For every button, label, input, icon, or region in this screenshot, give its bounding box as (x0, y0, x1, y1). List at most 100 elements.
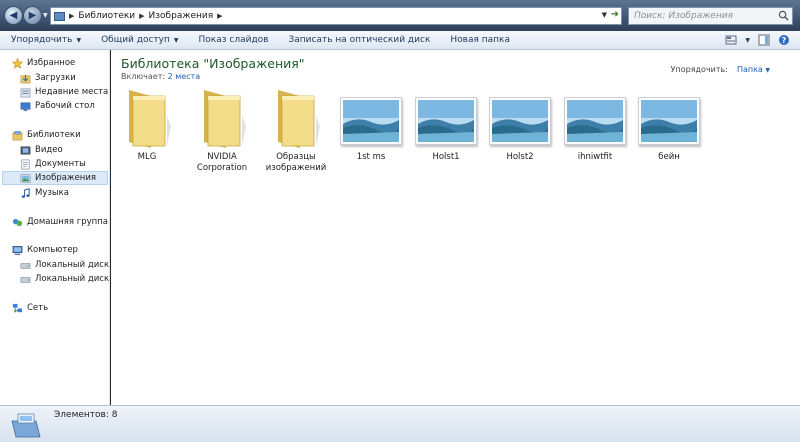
burn-label: Записать на оптический диск (288, 35, 431, 45)
sidebar-label: Музыка (35, 188, 69, 198)
locations-link[interactable]: 2 места (168, 72, 201, 81)
sidebar-label: Недавние места (35, 87, 109, 97)
sidebar-item-documents[interactable]: Документы (20, 157, 109, 171)
image-item-1st-ms[interactable]: 1st ms (335, 90, 407, 163)
address-bar[interactable]: ▶ Библиотеки ▶ Изображения ▶ ▼ ➜ (50, 7, 622, 25)
library-icon (54, 11, 65, 21)
new-folder-button[interactable]: Новая папка (440, 35, 520, 45)
libraries-icon (12, 130, 23, 140)
view-options-icon[interactable] (725, 34, 737, 46)
help-icon[interactable]: ? (778, 34, 790, 46)
sidebar-item-disk-c[interactable]: Локальный диск (C (20, 258, 109, 272)
arrow-right-icon: ▶ (28, 10, 37, 21)
hard-drive-icon (20, 276, 31, 283)
breadcrumb-libraries[interactable]: Библиотеки (78, 11, 135, 21)
video-icon (20, 146, 31, 154)
folder-item-nvidia[interactable]: NVIDIA Corporation (186, 90, 258, 174)
sidebar-label: Сеть (27, 303, 49, 313)
sidebar-item-favorites[interactable]: Избранное (12, 56, 120, 70)
chevron-down-icon: ▼ (765, 67, 770, 74)
sidebar-label: Загрузки (35, 73, 76, 83)
sidebar-label: Видео (35, 145, 63, 155)
landscape-image-icon (343, 100, 399, 142)
image-item-holst2[interactable]: Holst2 (484, 90, 556, 163)
image-thumbnail (340, 97, 402, 145)
arrow-left-icon: ◀ (9, 10, 18, 21)
chevron-down-icon: ▼ (76, 36, 82, 44)
sidebar-item-disk-d[interactable]: Локальный диск (D (20, 272, 109, 286)
network-icon (12, 303, 23, 312)
image-thumbnail (564, 97, 626, 145)
sidebar-label: Домашняя группа (27, 217, 108, 227)
status-bar: Элементов: 8 (0, 405, 800, 442)
chevron-down-icon[interactable]: ▼ (745, 37, 750, 44)
chevron-right-icon[interactable]: ▶ (217, 12, 222, 20)
recent-pages-dropdown[interactable]: ▼ (43, 12, 48, 19)
address-history-dropdown[interactable]: ▼ (602, 11, 607, 19)
share-label: Общий доступ (101, 35, 170, 45)
page-title: Библиотека "Изображения" (121, 56, 305, 71)
folder-icon (129, 90, 171, 148)
file-name: Образцы изображений (265, 152, 327, 173)
desktop-icon (20, 102, 31, 111)
sidebar-item-libraries[interactable]: Библиотеки (12, 128, 120, 142)
burn-button[interactable]: Записать на оптический диск (279, 35, 441, 45)
landscape-image-icon (567, 100, 623, 142)
library-locations: Включает: 2 места (121, 72, 200, 81)
library-status-icon (11, 413, 41, 438)
sidebar-label: Рабочий стол (35, 101, 95, 111)
images-icon (20, 174, 31, 182)
svg-text:?: ? (782, 36, 787, 45)
includes-label: Включает: (121, 72, 166, 81)
image-thumbnail (489, 97, 551, 145)
title-bar: ◀ ▶ ▼ ▶ Библиотеки ▶ Изображения ▶ ▼ ➜ П… (0, 0, 800, 31)
arrange-label: Упорядочить: (670, 65, 728, 74)
file-name: Holst1 (432, 152, 460, 162)
sidebar-item-homegroup[interactable]: Домашняя группа (12, 215, 120, 229)
sidebar-item-video[interactable]: Видео (20, 143, 109, 157)
sidebar-item-music[interactable]: Музыка (20, 186, 109, 200)
sidebar-item-network[interactable]: Сеть (12, 301, 120, 315)
image-item-holst1[interactable]: Holst1 (410, 90, 482, 163)
computer-icon (12, 245, 23, 255)
sidebar-label: Документы (35, 159, 86, 169)
image-item-bein[interactable]: бейн (633, 90, 705, 163)
music-note-icon (21, 187, 30, 198)
image-item-ihniwtfit[interactable]: ihniwtfit (559, 90, 631, 163)
sidebar-label: Библиотеки (27, 130, 81, 140)
arrange-dropdown[interactable]: Папка ▼ (737, 65, 770, 74)
recent-places-icon (20, 88, 31, 97)
chevron-right-icon[interactable]: ▶ (139, 12, 144, 20)
sidebar-item-downloads[interactable]: Загрузки (20, 71, 109, 85)
sidebar-item-desktop[interactable]: Рабочий стол (20, 99, 109, 113)
chevron-right-icon[interactable]: ▶ (69, 12, 74, 20)
slideshow-label: Показ слайдов (198, 35, 269, 45)
search-box[interactable]: Поиск: Изображения (628, 7, 793, 25)
back-button[interactable]: ◀ (4, 6, 23, 25)
breadcrumb-images[interactable]: Изображения (149, 11, 214, 21)
new-folder-label: Новая папка (450, 35, 510, 45)
search-input[interactable]: Поиск: Изображения (634, 11, 733, 21)
organize-label: Упорядочить (11, 35, 73, 45)
landscape-image-icon (492, 100, 548, 142)
arrange-by: Упорядочить: Папка ▼ (671, 65, 770, 74)
sidebar-item-recent[interactable]: Недавние места (20, 85, 109, 99)
navigation-pane: Избранное Загрузки Недавние места Рабочи… (0, 50, 110, 405)
downloads-folder-icon (20, 74, 31, 83)
preview-pane-icon[interactable] (758, 34, 770, 46)
organize-button[interactable]: Упорядочить ▼ (0, 35, 91, 45)
file-name: Holst2 (506, 152, 534, 162)
file-view[interactable]: Библиотека "Изображения" Включает: 2 мес… (111, 50, 800, 405)
search-icon[interactable] (778, 10, 789, 21)
file-name: MLG (137, 152, 157, 162)
refresh-icon[interactable]: ➜ (611, 9, 619, 20)
sidebar-item-computer[interactable]: Компьютер (12, 243, 120, 257)
forward-button[interactable]: ▶ (23, 6, 42, 25)
sidebar-item-images[interactable]: Изображения (2, 171, 108, 185)
documents-icon (21, 159, 30, 169)
folder-item-samples[interactable]: Образцы изображений (260, 90, 332, 174)
share-button[interactable]: Общий доступ ▼ (91, 35, 188, 45)
folder-item-mlg[interactable]: MLG (111, 90, 183, 163)
landscape-image-icon (418, 100, 474, 142)
slideshow-button[interactable]: Показ слайдов (189, 35, 279, 45)
